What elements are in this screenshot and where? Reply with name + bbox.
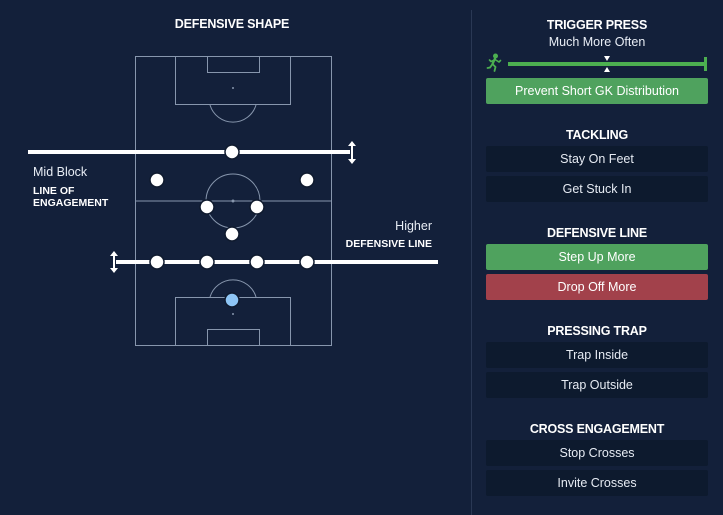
- slider-track: [508, 62, 706, 66]
- trigger-press-title: TRIGGER PRESS: [546, 18, 648, 32]
- bottom-penalty-spot: [232, 313, 234, 315]
- line-of-engagement-label: ENGAGEMENT: [33, 197, 109, 209]
- trigger-press-slider[interactable]: [486, 52, 708, 74]
- trigger-press-value: Much More Often: [548, 35, 646, 49]
- defensive-shape-panel: DEFENSIVE SHAPE Mid Block LINE OF ENGAGE…: [0, 0, 470, 515]
- centre-spot: [231, 199, 235, 203]
- player-marker[interactable]: [224, 226, 240, 242]
- drop-off-more-button[interactable]: Drop Off More: [486, 274, 708, 300]
- goalkeeper-marker[interactable]: [224, 292, 240, 308]
- tackling-title: TACKLING: [565, 128, 629, 142]
- pitch-diagram: Mid Block LINE OF ENGAGEMENT Higher DEFE…: [28, 56, 438, 346]
- top-six-yard-box: [207, 56, 260, 73]
- line-of-engagement-value: Mid Block: [33, 165, 88, 179]
- player-marker[interactable]: [224, 144, 240, 160]
- player-marker[interactable]: [199, 199, 215, 215]
- defensive-line-value: Higher: [395, 219, 432, 233]
- stop-crosses-button[interactable]: Stop Crosses: [486, 440, 708, 466]
- bottom-six-yard-box: [207, 329, 260, 346]
- line-of-engagement-label: LINE OF: [33, 185, 75, 197]
- top-penalty-arc: [209, 104, 257, 123]
- slider-thumb[interactable]: [704, 57, 707, 71]
- defensive-line-label: DEFENSIVE LINE: [346, 238, 432, 250]
- player-marker[interactable]: [199, 254, 215, 270]
- running-player-icon: [486, 53, 502, 72]
- top-penalty-spot: [232, 87, 234, 89]
- invite-crosses-button[interactable]: Invite Crosses: [486, 470, 708, 496]
- trap-outside-button[interactable]: Trap Outside: [486, 372, 708, 398]
- defensive-line-title: DEFENSIVE LINE: [547, 226, 647, 240]
- trap-inside-button[interactable]: Trap Inside: [486, 342, 708, 368]
- panel-divider: [471, 10, 472, 515]
- player-marker[interactable]: [299, 172, 315, 188]
- stay-on-feet-button[interactable]: Stay On Feet: [486, 146, 708, 172]
- player-marker[interactable]: [249, 254, 265, 270]
- step-up-more-button[interactable]: Step Up More: [486, 244, 708, 270]
- player-marker[interactable]: [149, 172, 165, 188]
- player-marker[interactable]: [149, 254, 165, 270]
- get-stuck-in-button[interactable]: Get Stuck In: [486, 176, 708, 202]
- player-marker[interactable]: [299, 254, 315, 270]
- cross-engagement-title: CROSS ENGAGEMENT: [529, 422, 665, 436]
- top-penalty-box: [175, 56, 291, 105]
- player-marker[interactable]: [249, 199, 265, 215]
- prevent-short-gk-distribution-toggle[interactable]: Prevent Short GK Distribution: [486, 78, 708, 104]
- pressing-trap-title: PRESSING TRAP: [547, 324, 647, 338]
